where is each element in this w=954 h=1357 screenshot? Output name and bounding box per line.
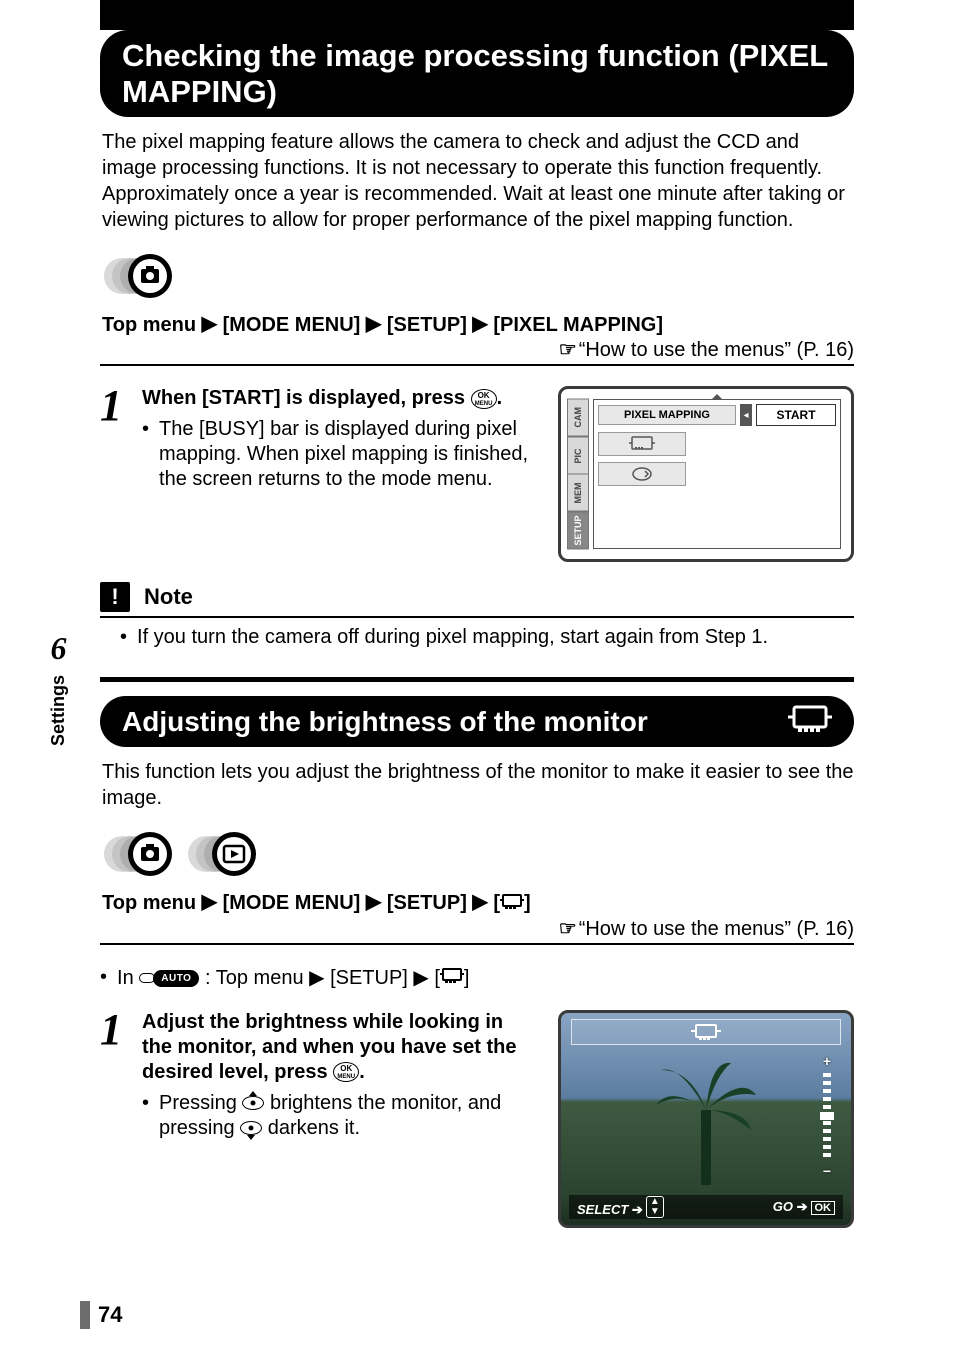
- note-text: If you turn the camera off during pixel …: [137, 626, 768, 649]
- subnote-text: : Top menu ▶ [SETUP] ▶ [: [205, 967, 440, 989]
- section2-intro: This function lets you adjust the bright…: [102, 759, 854, 811]
- crossref-text: “How to use the menus” (P. 16): [579, 918, 854, 940]
- palm-tree-icon: [651, 1055, 761, 1185]
- page-number: 74: [80, 1301, 122, 1329]
- step-title-end: .: [359, 1061, 365, 1083]
- breadcrumb-item: [PIXEL MAPPING]: [493, 314, 663, 336]
- crossref-text: “How to use the menus” (P. 16): [579, 339, 854, 361]
- bullet-text: Pressing: [159, 1092, 242, 1114]
- breadcrumb-item: [MODE MENU]: [223, 892, 361, 914]
- down-button-icon: [240, 1121, 262, 1135]
- up-triangle-icon: [711, 394, 723, 400]
- monitor-brightness-icon: [440, 967, 464, 990]
- step-title-end: .: [497, 387, 503, 409]
- minus-icon: −: [823, 1163, 831, 1179]
- screen-bottom-bar: SELECT ➔▲▼ GO ➔OK: [569, 1195, 843, 1219]
- screen-title-bar: [571, 1019, 841, 1045]
- note-block: ! Note •If you turn the camera off durin…: [100, 582, 854, 649]
- brightness-slider: + −: [817, 1053, 837, 1179]
- pointing-hand-icon: ☞: [559, 916, 577, 941]
- left-arrow-icon: ◂: [740, 404, 752, 426]
- camera-menu-value: START: [756, 404, 836, 426]
- auto-label: AUTO: [153, 970, 199, 987]
- camera-screen-brightness: + − SELECT ➔▲▼ GO ➔OK: [558, 1010, 854, 1228]
- step-title-text: Adjust the brightness while looking in t…: [142, 1011, 517, 1083]
- breadcrumb-prefix: Top menu: [102, 892, 196, 914]
- pointing-hand-icon: ☞: [559, 337, 577, 362]
- crossref-2: ☞“How to use the menus” (P. 16): [100, 916, 854, 945]
- breadcrumb-item: [SETUP]: [387, 314, 467, 336]
- breadcrumb-pixel-mapping: Top menu ▶ [MODE MENU] ▶ [SETUP] ▶ [PIXE…: [102, 312, 854, 337]
- note-item: •If you turn the camera off during pixel…: [120, 626, 854, 649]
- camera-tab-active: SETUP: [567, 512, 589, 550]
- breadcrumb-item: [SETUP]: [387, 892, 467, 914]
- monitor-brightness-icon: [788, 704, 832, 739]
- camera-side-tabs: CAM PIC MEM SETUP: [567, 399, 589, 549]
- monitor-brightness-icon: [691, 1023, 721, 1041]
- power-icon: [598, 462, 686, 486]
- ok-menu-button-icon: OKMENU: [471, 389, 497, 409]
- section1-intro: The pixel mapping feature allows the cam…: [102, 129, 854, 233]
- step1-title: When [START] is displayed, press OKMENU.: [142, 386, 538, 411]
- chapter-number: 6: [51, 630, 67, 667]
- ok-menu-button-icon: OKMENU: [333, 1062, 359, 1082]
- step-number: 1: [100, 1010, 122, 1050]
- slider-track: [823, 1073, 831, 1159]
- mode-dial-playback-icon: [184, 829, 264, 884]
- bullet-text: darkens it.: [262, 1117, 360, 1139]
- subnote-end: ]: [464, 967, 470, 989]
- plus-icon: +: [823, 1053, 831, 1069]
- mode-dial-shooting-icon: [100, 829, 180, 884]
- step2-bullet: • Pressing brightens the monitor, and pr…: [142, 1091, 538, 1141]
- step-title-text: When [START] is displayed, press: [142, 387, 471, 409]
- section-header-pixel-mapping: Checking the image processing function (…: [100, 30, 854, 117]
- note-badge-icon: !: [100, 582, 130, 612]
- bullet-text: The [BUSY] bar is displayed during pixel…: [159, 417, 538, 492]
- side-tab: 6 Settings: [48, 630, 69, 746]
- auto-dial-icon: AUTO: [139, 970, 199, 987]
- breadcrumb-item: [MODE MENU]: [223, 314, 361, 336]
- camera-tab: PIC: [567, 437, 589, 475]
- subnote-prefix: In: [117, 967, 134, 989]
- mode-dial-shooting-icon: [100, 251, 180, 306]
- auto-mode-note: • In AUTO : Top menu ▶ [SETUP] ▶ []: [100, 965, 854, 990]
- select-label: SELECT: [577, 1202, 628, 1217]
- step-number: 1: [100, 386, 122, 426]
- crossref-1: ☞“How to use the menus” (P. 16): [100, 337, 854, 366]
- camera-screen-pixel-mapping: CAM PIC MEM SETUP PIXEL MAPPING ◂ START: [558, 386, 854, 562]
- section-header-brightness: Adjusting the brightness of the monitor: [100, 696, 854, 747]
- camera-menu-label: PIXEL MAPPING: [598, 405, 736, 425]
- ok-box-icon: OK: [811, 1201, 836, 1215]
- section-divider: [100, 677, 854, 682]
- slider-thumb: [820, 1112, 834, 1120]
- step2-title: Adjust the brightness while looking in t…: [142, 1010, 538, 1085]
- up-button-icon: [242, 1096, 264, 1110]
- note-title: Note: [144, 584, 193, 610]
- chapter-label: Settings: [48, 675, 69, 746]
- mode-dial-row-2: [100, 829, 854, 884]
- page-number-text: 74: [98, 1302, 122, 1328]
- section-title: Adjusting the brightness of the monitor: [122, 706, 648, 738]
- page-top-bar: [100, 0, 854, 30]
- monitor-brightness-icon: [500, 893, 524, 916]
- go-label: GO: [773, 1199, 793, 1214]
- camera-tab: MEM: [567, 474, 589, 512]
- monitor-icon: [598, 432, 686, 456]
- section-title: Checking the image processing function (…: [122, 38, 832, 109]
- step1-bullet: •The [BUSY] bar is displayed during pixe…: [142, 417, 538, 492]
- camera-main-panel: PIXEL MAPPING ◂ START: [593, 399, 841, 549]
- updown-icon: ▲▼: [646, 1196, 664, 1218]
- breadcrumb-prefix: Top menu: [102, 314, 196, 336]
- mode-dial-row: [100, 251, 854, 306]
- camera-tab: CAM: [567, 399, 589, 437]
- breadcrumb-brightness: Top menu ▶ [MODE MENU] ▶ [SETUP] ▶ []: [102, 890, 854, 915]
